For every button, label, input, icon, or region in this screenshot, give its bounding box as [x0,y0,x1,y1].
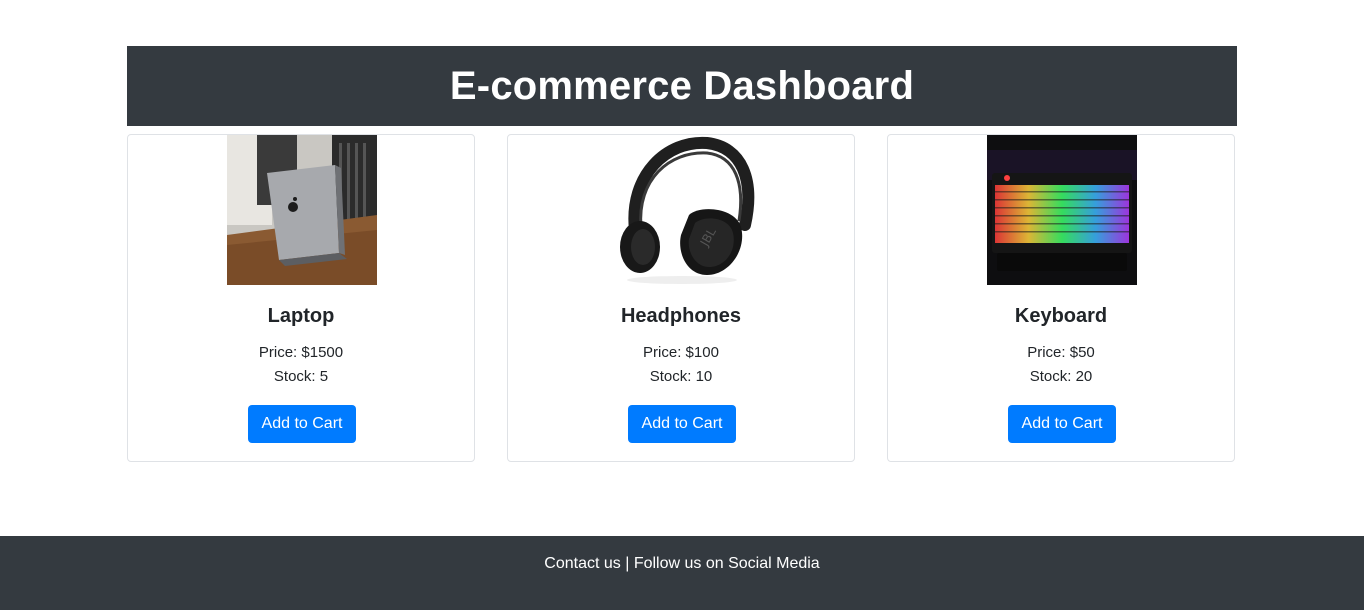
add-to-cart-button[interactable]: Add to Cart [628,405,736,443]
product-card-headphones: JBL Headphones Price: $100 Stock: 10 Add… [507,134,855,462]
footer-text: Contact us | Follow us on Social Media [544,555,820,572]
page: E-commerce Dashboard Laptop Price: $1500… [0,0,1364,610]
product-price: Price: $100 [643,344,719,361]
headphones-image: JBL [607,135,757,285]
page-title: E-commerce Dashboard [449,63,915,108]
product-card-laptop: Laptop Price: $1500 Stock: 5 Add to Cart [127,134,475,462]
product-price: Price: $50 [1027,344,1095,361]
footer: Contact us | Follow us on Social Media [0,536,1364,610]
product-card-keyboard: Keyboard Price: $50 Stock: 20 Add to Car… [887,134,1235,462]
product-stock: Stock: 10 [649,368,713,385]
keyboard-image [987,135,1137,285]
product-name: Laptop [267,305,335,327]
product-name: Headphones [620,305,742,327]
add-to-cart-button[interactable]: Add to Cart [248,405,356,443]
add-to-cart-button[interactable]: Add to Cart [1008,405,1116,443]
product-grid: Laptop Price: $1500 Stock: 5 Add to Cart… [127,134,1237,464]
product-price: Price: $1500 [258,344,344,361]
product-stock: Stock: 20 [1029,368,1093,385]
product-name: Keyboard [1014,305,1108,327]
laptop-image [227,135,377,285]
header-banner: E-commerce Dashboard [127,46,1237,126]
product-stock: Stock: 5 [273,368,329,385]
